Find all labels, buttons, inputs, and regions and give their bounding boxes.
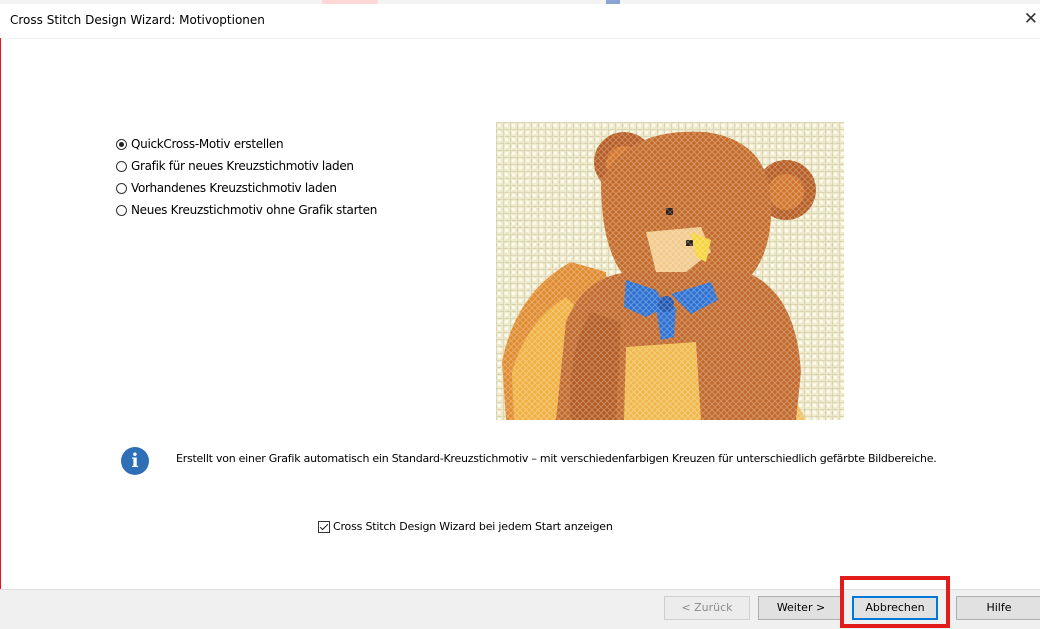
show-on-startup-label: Cross Stitch Design Wizard bei jedem Sta… [333,520,613,533]
option-label: Neues Kreuzstichmotiv ohne Grafik starte… [131,203,378,217]
top-strip [0,0,1040,4]
window-title: Cross Stitch Design Wizard: Motivoptione… [10,13,265,27]
teddy-bear-preview-image [496,122,844,420]
radio-button[interactable] [116,204,127,216]
option-quickcross[interactable]: QuickCross-Motiv erstellen [116,133,377,155]
motif-option-group: QuickCross-Motiv erstellen Grafik für ne… [116,133,377,221]
help-button[interactable]: Hilfe [956,596,1040,620]
taskbar-remnant [606,0,620,4]
title-bar: Cross Stitch Design Wizard: Motivoptione… [0,0,1040,39]
option-label: Grafik für neues Kreuzstichmotiv laden [131,159,354,173]
show-on-startup-option[interactable]: Cross Stitch Design Wizard bei jedem Sta… [318,520,613,533]
radio-button[interactable] [116,182,127,194]
taskbar-remnant [322,0,378,4]
option-load-graphic[interactable]: Grafik für neues Kreuzstichmotiv laden [116,155,377,177]
option-load-existing[interactable]: Vorhandenes Kreuzstichmotiv laden [116,177,377,199]
next-button[interactable]: Weiter > [758,596,844,620]
window-left-edge [0,38,8,628]
option-new-without-graphic[interactable]: Neues Kreuzstichmotiv ohne Grafik starte… [116,199,377,221]
cancel-button[interactable]: Abbrechen [852,596,938,620]
close-icon[interactable]: ✕ [1024,9,1038,29]
info-icon: i [121,447,149,475]
option-description: Erstellt von einer Grafik automatisch ei… [176,452,937,465]
back-button[interactable]: < Zurück [664,596,750,620]
option-label: Vorhandenes Kreuzstichmotiv laden [131,181,337,195]
radio-button-selected[interactable] [116,138,127,150]
radio-button[interactable] [116,160,127,172]
show-on-startup-checkbox[interactable] [318,520,330,533]
teddy-bear-icon [496,122,844,420]
option-label: QuickCross-Motiv erstellen [131,137,284,151]
